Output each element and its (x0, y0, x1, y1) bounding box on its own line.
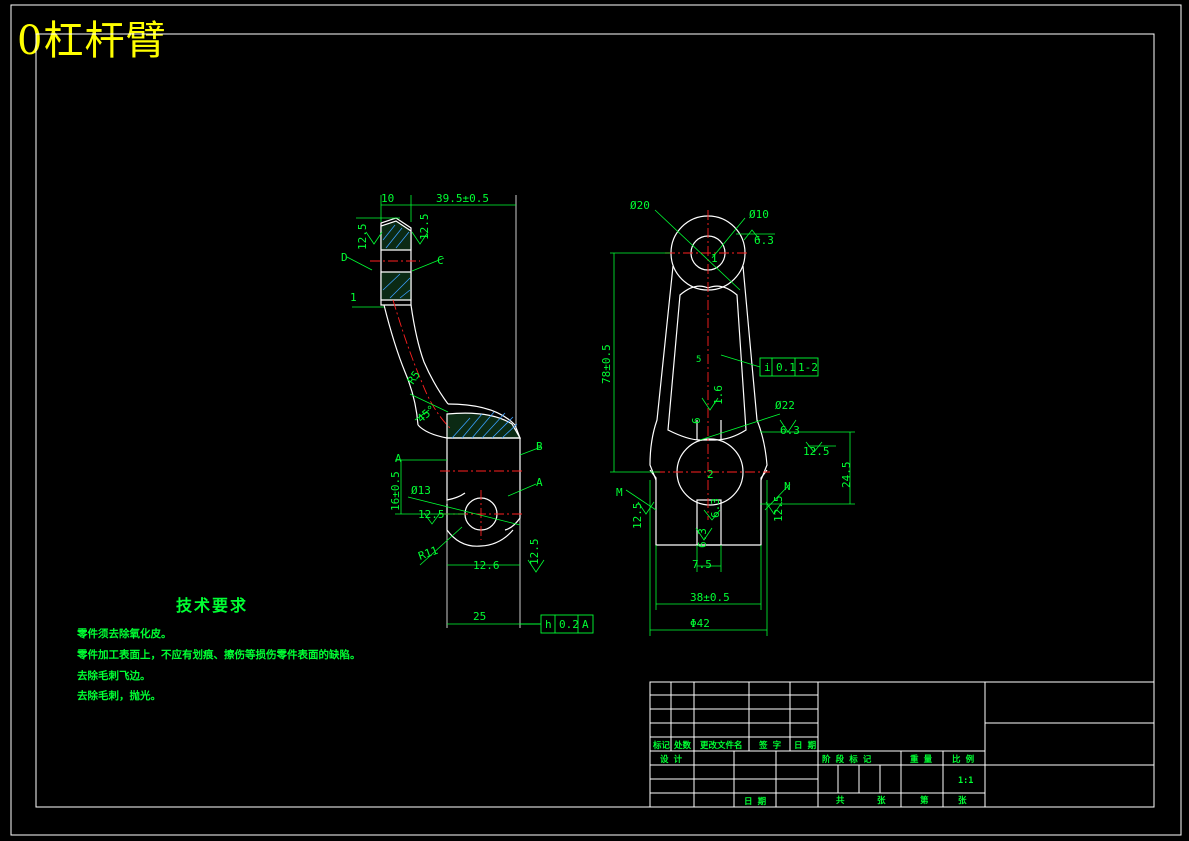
hatch-3 (380, 271, 412, 301)
label-c: C (437, 254, 444, 267)
dim-rough-right: 12.5 (418, 214, 431, 241)
dim-bottom-rough: 6.3 (709, 498, 722, 518)
dim-radius: R11 (417, 544, 440, 563)
hub-bottom (446, 504, 514, 547)
dim-top-rough: 6.3 (754, 234, 774, 247)
dim-hole-rough: 12.5 (418, 508, 445, 521)
label-one: 1 (350, 291, 357, 304)
footer-3: 第 (920, 795, 929, 806)
dim-base-width: 25 (473, 610, 486, 623)
side-dim-text: 10 39.5±0.5 12.5 12.5 D C 1 R5 45° B A A… (341, 192, 543, 623)
front-dim-text: Ø20 Ø10 6.3 78±0.5 5 i 0.1 1-2 1.6 6 Ø22… (600, 199, 853, 630)
stage-header-1: 阶 段 标 记 (822, 754, 872, 765)
dim-top-width: 10 (381, 192, 394, 205)
dim-inner-rough: 6.3 (696, 528, 709, 548)
dim-bottom: 12.6 (473, 559, 500, 572)
dim-span: 39.5±0.5 (436, 192, 489, 205)
side-dim-lines (346, 195, 545, 625)
tol-frame-3: A (582, 618, 589, 631)
tech-req-heading: 技术要求 (176, 596, 249, 615)
inner-frame (35, 33, 1155, 808)
side-tol-frame-text: h 0.2 A (545, 618, 589, 631)
dim-centers: 78±0.5 (600, 344, 613, 384)
rev-header-5: 日 期 (794, 740, 817, 751)
arm-left-edge (383, 304, 419, 426)
dim-top-dia: Ø20 (630, 199, 650, 212)
dim-slot-rough: 1.6 (712, 385, 725, 405)
dim-hole-dia: Ø10 (749, 208, 769, 221)
tol-frame-1: h (545, 618, 552, 631)
design-label: 设 计 (660, 754, 683, 765)
left-arm-outer (649, 265, 674, 481)
dim-slot-width: 6 (690, 417, 703, 424)
title-block-text: 标记 处数 更改文件名 签 字 日 期 设 计 日 期 阶 段 标 记 重 量 … (652, 740, 975, 807)
dim-bore-dia: Ø22 (775, 399, 795, 412)
hatch-1 (446, 412, 522, 439)
drawing-sheet: 0杠杆臂 10 39.5±0.5 12.5 12.5 D C 1 R5 45° … (0, 0, 1189, 841)
drawing-canvas: 10 39.5±0.5 12.5 12.5 D C 1 R5 45° B A A… (10, 4, 1182, 836)
tech-req-item: 零件加工表面上，不应有划痕、擦伤等损伤零件表面的缺陷。 (77, 649, 361, 661)
label-d: D (341, 251, 348, 264)
date-label: 日 期 (744, 796, 767, 807)
tech-req-item: 去除毛刺，抛光。 (77, 690, 161, 702)
inner-web (667, 285, 747, 441)
front-dim-lines (610, 209, 855, 636)
tech-req-item: 零件须去除氧化皮。 (77, 628, 172, 640)
label-m: M (616, 486, 623, 499)
tol-frame-ref: 1-2 (798, 361, 818, 374)
dim-bore-rough: 6.3 (780, 424, 800, 437)
dim-right: 24.5 (840, 462, 853, 489)
datum-a: A (395, 452, 402, 465)
dim-rough-left: 12.5 (356, 224, 369, 251)
tol-frame-2: 0.2 (559, 618, 579, 631)
dim-slot-dim: 7.5 (692, 558, 712, 571)
footer-1: 共 (836, 795, 845, 806)
tech-req-item: 去除毛刺飞边。 (77, 670, 151, 682)
rev-header-4: 签 字 (758, 740, 782, 751)
dim-right-rough2: 12.5 (772, 496, 785, 523)
footer-4: 张 (958, 796, 967, 806)
dim-bottom-rough: 12.5 (528, 539, 541, 566)
dim-height: 16±0.5 (389, 471, 402, 511)
point-one: 1 (711, 252, 718, 265)
dim-right-rough: 12.5 (803, 445, 830, 458)
label-a: A (536, 476, 543, 489)
dim-radius-r: R5 (405, 368, 423, 386)
outer-frame (10, 4, 1182, 836)
stage-header-3: 比 例 (952, 754, 975, 765)
dim-mid: 5 (696, 355, 701, 365)
label-n: N (784, 480, 791, 493)
rev-header-2: 处数 (673, 740, 692, 751)
label-b: B (536, 440, 543, 453)
front-view (649, 215, 768, 546)
footer-2: 张 (877, 796, 886, 806)
tol-frame-i: i (764, 361, 771, 374)
scale-value: 1:1 (958, 776, 973, 786)
stage-header-2: 重 量 (910, 754, 933, 765)
dim-base-width: 38±0.5 (690, 591, 730, 604)
tol-frame-value: 0.1 (776, 361, 796, 374)
rev-header-1: 标记 (652, 740, 671, 751)
dim-outer-dia: Φ42 (690, 617, 710, 630)
point-two: 2 (707, 468, 714, 481)
arm-right-edge (410, 304, 449, 405)
dim-hole-dia: Ø13 (411, 484, 431, 497)
dim-left-rough: 12.5 (631, 503, 644, 530)
rev-header-3: 更改文件名 (700, 740, 743, 751)
